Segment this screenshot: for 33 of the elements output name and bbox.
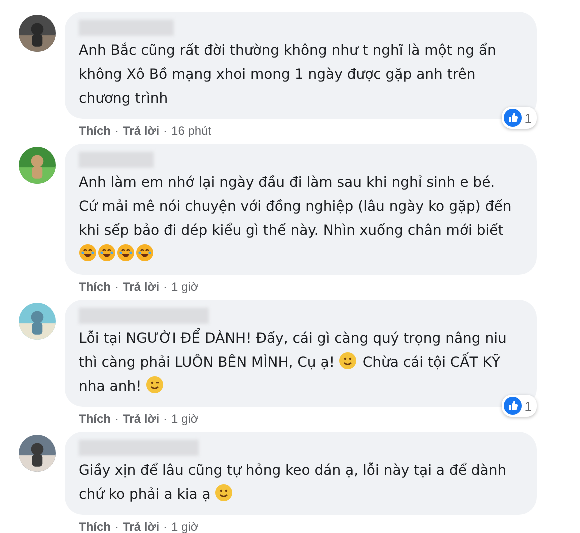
- thumbs-up-icon: [504, 109, 522, 127]
- like-link[interactable]: Thích: [79, 280, 111, 294]
- comment-time[interactable]: 1 giờ: [172, 412, 199, 426]
- reaction-badge[interactable]: 1: [502, 395, 537, 417]
- comment-time[interactable]: 16 phút: [172, 124, 212, 138]
- separator-dot: ·: [115, 412, 119, 426]
- laughing-emoji-icon: [79, 244, 97, 262]
- comment-text: Giầy xịn để lâu cũng tự hỏng keo dán ạ, lỗi này tại a để dành chứ ko phải a kia ạ: [79, 462, 508, 505]
- comment-text: Anh làm em nhớ lại ngày đầu đi làm sau khi nghỉ sinh e bé. Cứ mải mê nói chuyện với đồng nghiệp (lâu ngày ko gặp) đến khi sếp bảo đi dép kiểu gì thế này. Nhìn xuống chân mới biết: [79, 171, 525, 267]
- smiling-emoji-icon: [215, 484, 234, 502]
- reply-link[interactable]: Trả lời: [123, 412, 160, 426]
- comment-time[interactable]: 1 giờ: [172, 280, 199, 294]
- reply-link[interactable]: Trả lời: [123, 520, 160, 533]
- thumbs-up-icon: [504, 397, 522, 415]
- laughing-emoji-icon: [136, 244, 154, 262]
- separator-dot: ·: [115, 520, 119, 533]
- reaction-badge[interactable]: 1: [502, 107, 537, 129]
- reply-link[interactable]: Trả lời: [123, 280, 160, 294]
- reply-link[interactable]: Trả lời: [123, 124, 160, 138]
- separator-dot: ·: [115, 280, 119, 294]
- winking-emoji-icon: [146, 376, 164, 394]
- laughing-emoji-icon: [117, 244, 135, 262]
- separator-dot: ·: [164, 280, 168, 294]
- like-link[interactable]: Thích: [79, 412, 111, 426]
- laughing-emoji-icon: [98, 244, 116, 262]
- separator-dot: ·: [164, 412, 168, 426]
- like-link[interactable]: Thích: [79, 520, 111, 533]
- separator-dot: ·: [164, 124, 168, 138]
- comment-text: Anh Bắc cũng rất đời thường không như t nghĩ là một ng ẩn không Xô Bồ mạng xhoi mong 1 ngày được gặp anh trên chương trình: [79, 42, 498, 109]
- like-link[interactable]: Thích: [79, 124, 111, 138]
- separator-dot: ·: [164, 520, 168, 533]
- smiling-emoji-icon: [339, 352, 358, 370]
- separator-dot: ·: [115, 124, 119, 138]
